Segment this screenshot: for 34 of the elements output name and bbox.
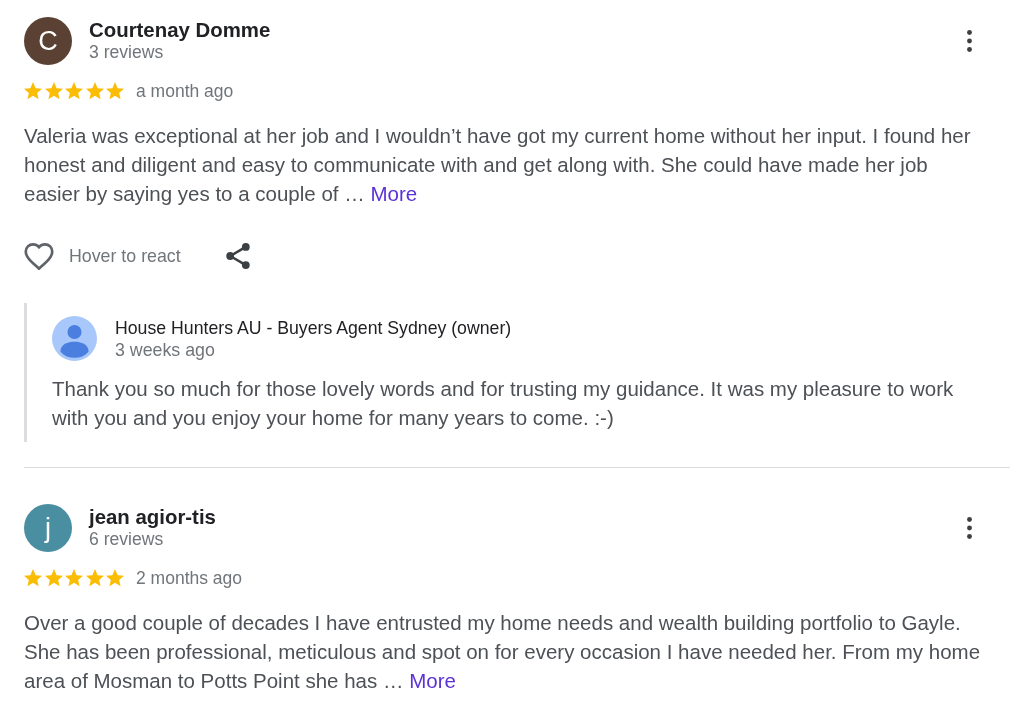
heart-icon [24, 242, 54, 270]
share-button[interactable] [225, 243, 250, 269]
star-icon [85, 82, 104, 100]
review-time: 2 months ago [136, 566, 243, 590]
react-button[interactable]: Hover to react [24, 242, 181, 270]
owner-name: House Hunters AU - Buyers Agent Sydney (owner) [115, 316, 512, 339]
star-icon [65, 569, 83, 587]
review-text: Valeria was exceptional at her job and I wouldn’t have got my current home without her input. I found her honest and diligent and easy to communicate with and get along with. She could have made her job easier by saying yes to a couple of … More [24, 123, 972, 207]
share-icon [225, 243, 250, 269]
review-time: a month ago [136, 79, 234, 103]
avatar: j [24, 504, 72, 552]
star-icon [85, 569, 104, 587]
more-link[interactable]: More [409, 669, 456, 692]
person-avatar-icon [52, 316, 97, 361]
star-icon [24, 569, 42, 587]
review-count: 3 reviews [89, 42, 165, 63]
star-icon [44, 569, 63, 587]
more-link[interactable]: More [370, 182, 418, 205]
review-count: 6 reviews [89, 529, 165, 550]
more-options-button[interactable] [967, 30, 972, 52]
more-vertical-icon [967, 30, 972, 52]
star-icon [24, 82, 42, 100]
more-options-button[interactable] [967, 517, 972, 539]
reply-time: 3 weeks ago [115, 338, 216, 361]
star-icon [44, 82, 63, 100]
star-icon [106, 82, 124, 100]
reviewer-name[interactable]: Courtenay Domme [89, 19, 271, 42]
more-vertical-icon [967, 517, 972, 539]
avatar: C [24, 17, 72, 65]
star-icon [65, 82, 83, 100]
reply-text: Thank you so much for those lovely words and for trusting my guidance. It was my pleasure to work with you and you enjoy your home for many years to come. :-) [52, 376, 955, 431]
review-text: Over a good couple of decades I have entrusted my home needs and wealth building portfolio to Gayle. She has been professional, meticulous and spot on for every occasion I have needed her. From my home area of Mosman to Potts Point she has … More [24, 610, 982, 694]
star-icon [106, 569, 124, 587]
reviewer-name[interactable]: jean agior-tis [89, 506, 216, 529]
